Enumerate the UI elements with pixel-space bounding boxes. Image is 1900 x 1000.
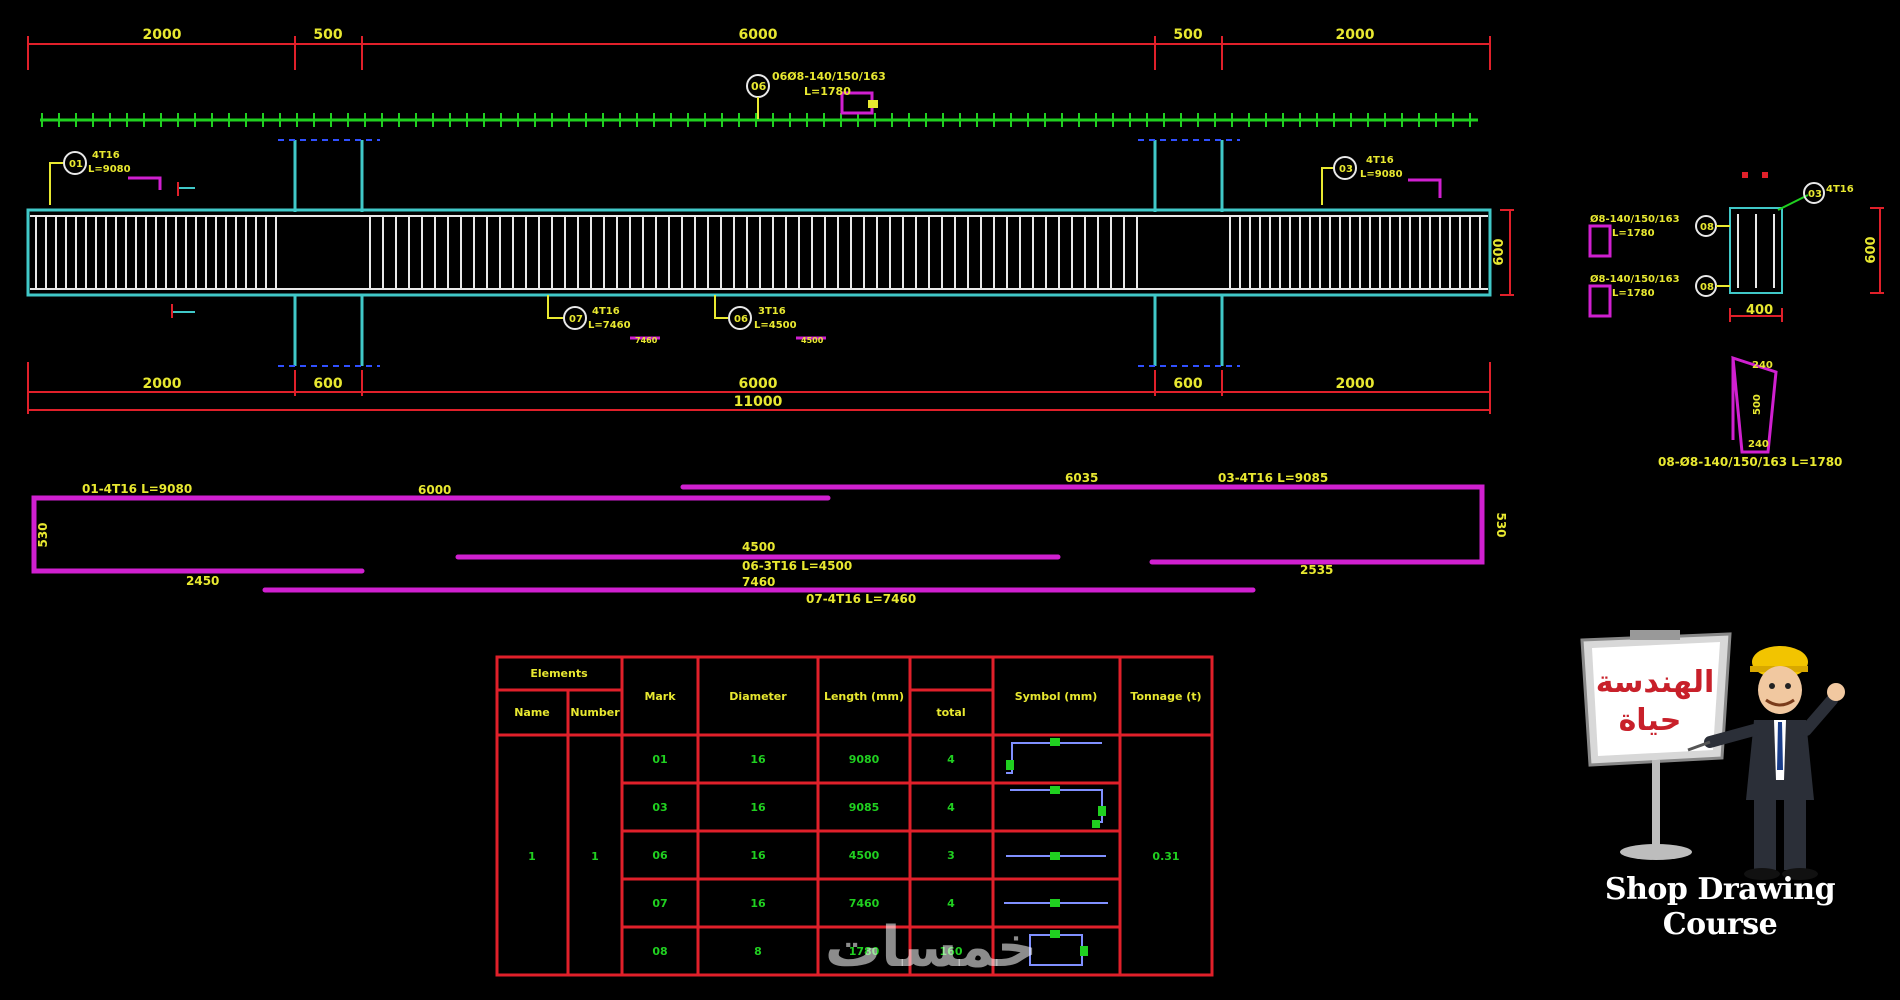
callout-06-a: 3T16 xyxy=(758,306,786,317)
table-cell-mark: 07 xyxy=(652,897,667,910)
cell-element-number: 1 xyxy=(591,850,599,863)
table-cell-dia: 16 xyxy=(750,897,766,910)
watermark: خمسات xyxy=(825,915,1038,980)
table-cell-len: 9080 xyxy=(849,753,880,766)
th-symbol: Symbol (mm) xyxy=(1015,690,1098,703)
section-bubble-1: 08 xyxy=(1700,222,1714,233)
callout-03-a: 4T16 xyxy=(1366,155,1394,166)
dim-top-2: 500 xyxy=(313,27,342,43)
logo-arabic-1: الهندسة xyxy=(1596,665,1715,700)
callout-07-b: L=7460 xyxy=(588,320,631,331)
section-label-1b: L=1780 xyxy=(1612,228,1655,239)
section-bubble-2: 08 xyxy=(1700,282,1714,293)
bar01-hook: 530 xyxy=(36,522,50,547)
bar01-bottom-length: 2450 xyxy=(186,574,219,588)
th-number: Number xyxy=(570,706,620,719)
table-cell-qty: 4 xyxy=(947,801,955,814)
dim-total: 11000 xyxy=(734,394,783,410)
dim-beam-height: 600 xyxy=(1492,238,1507,265)
callout-01-bubble: 01 xyxy=(69,159,83,170)
callout-07-small: 7460 xyxy=(635,336,658,345)
bar06-label: 06-3T16 L=4500 xyxy=(742,559,852,573)
table-cell-dia: 8 xyxy=(754,945,762,958)
bar01-label: 01-4T16 L=9080 xyxy=(82,482,192,496)
section-label-2b: L=1780 xyxy=(1612,288,1655,299)
dim-bottom-4: 600 xyxy=(1173,376,1202,392)
logo-arabic-2: حياة xyxy=(1619,703,1682,738)
bar01-length: 6000 xyxy=(418,483,451,497)
stirrup-shape-label: 08-Ø8-140/150/163 L=1780 xyxy=(1658,455,1842,469)
bar03-length: 6035 xyxy=(1065,471,1098,485)
callout-03-bubble: 03 xyxy=(1339,164,1353,175)
stirrup-dim-top: 240 xyxy=(1752,360,1773,371)
section-label-2: Ø8-140/150/163 xyxy=(1590,273,1680,285)
dim-bottom-1: 2000 xyxy=(143,376,182,392)
bar03-bottom-length: 2535 xyxy=(1300,563,1333,577)
callout-01-a: 4T16 xyxy=(92,150,120,161)
table-cell-mark: 08 xyxy=(652,945,667,958)
bar07-label: 07-4T16 L=7460 xyxy=(806,592,916,606)
section-width: 400 xyxy=(1746,303,1773,318)
bar03-hook: 530 xyxy=(1494,512,1508,537)
dim-bottom-5: 2000 xyxy=(1336,376,1375,392)
th-mark: Mark xyxy=(644,690,676,703)
callout-06-top-bubble: 06 xyxy=(751,80,767,93)
callout-01-b: L=9080 xyxy=(88,164,131,175)
th-length: Length (mm) xyxy=(824,690,904,703)
stirrup-dim-side: 500 xyxy=(1752,394,1763,415)
dim-bottom-2: 600 xyxy=(313,376,342,392)
stirrup-dim-bottom: 240 xyxy=(1748,439,1769,450)
callout-06-bubble: 06 xyxy=(734,314,748,325)
table-cell-mark: 06 xyxy=(652,849,668,862)
bar07-length: 7460 xyxy=(742,575,775,589)
section-bubble-top: 03 xyxy=(1808,189,1822,200)
table-cell-len: 7460 xyxy=(849,897,880,910)
cell-tonnage: 0.31 xyxy=(1152,850,1179,863)
beam-elevation xyxy=(26,139,1492,367)
callout-06-b: L=4500 xyxy=(754,320,797,331)
table-cell-qty: 4 xyxy=(947,753,955,766)
table-cell-dia: 16 xyxy=(750,801,766,814)
th-name: Name xyxy=(514,706,550,719)
table-cell-mark: 01 xyxy=(652,753,667,766)
dim-top-5: 2000 xyxy=(1336,27,1375,43)
th-elements: Elements xyxy=(530,667,588,680)
callout-06-top-label: 06Ø8-140/150/163 xyxy=(772,70,886,83)
table-cell-dia: 16 xyxy=(750,849,766,862)
th-diameter: Diameter xyxy=(729,690,787,703)
table-cell-qty: 4 xyxy=(947,897,955,910)
callout-06-top-len: L=1780 xyxy=(804,85,851,98)
callout-03-b: L=9080 xyxy=(1360,169,1403,180)
table-cell-len: 9085 xyxy=(849,801,880,814)
dim-top-1: 2000 xyxy=(143,27,182,43)
beam-stirrups xyxy=(35,216,1481,289)
th-tonnage: Tonnage (t) xyxy=(1130,690,1201,703)
callout-07-bubble: 07 xyxy=(569,314,583,325)
table-cell-len: 4500 xyxy=(849,849,880,862)
dim-top-4: 500 xyxy=(1173,27,1202,43)
bar06-length: 4500 xyxy=(742,540,775,554)
logo-caption: Shop Drawing Course xyxy=(1604,872,1836,942)
cell-element-name: 1 xyxy=(528,850,536,863)
bar03-label: 03-4T16 L=9085 xyxy=(1218,471,1328,485)
table-cell-mark: 03 xyxy=(652,801,667,814)
callout-07-a: 4T16 xyxy=(592,306,620,317)
section-label-1: Ø8-140/150/163 xyxy=(1590,213,1680,225)
dim-bottom-3: 6000 xyxy=(739,376,778,392)
callout-06-small: 4500 xyxy=(801,336,824,345)
section-top-label: 4T16 xyxy=(1826,184,1854,195)
th-total: total xyxy=(936,706,965,719)
section-height: 600 xyxy=(1864,236,1879,263)
table-cell-qty: 3 xyxy=(947,849,955,862)
dim-top-3: 6000 xyxy=(739,27,778,43)
table-cell-dia: 16 xyxy=(750,753,766,766)
